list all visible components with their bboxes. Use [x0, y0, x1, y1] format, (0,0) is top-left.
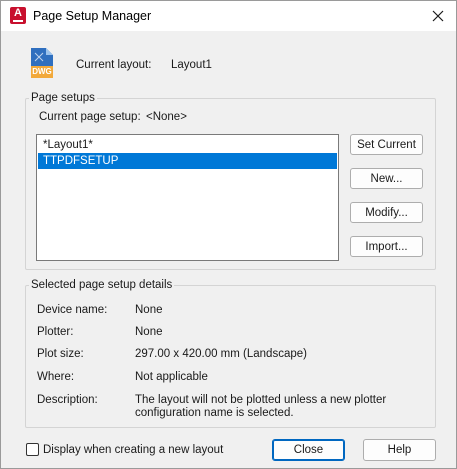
current-layout-label: Current layout:: [76, 59, 152, 71]
description-value-line2: configuration name is selected.: [135, 407, 294, 419]
dialog-title: Page Setup Manager: [33, 9, 152, 23]
page-setup-manager-dialog: A Page Setup Manager DWG Current layout:…: [0, 0, 457, 469]
plotter-label: Plotter:: [37, 326, 74, 338]
page-setups-legend: Page setups: [31, 92, 95, 104]
plot-size-value: 297.00 x 420.00 mm (Landscape): [135, 348, 307, 360]
where-label: Where:: [37, 371, 75, 383]
list-item-label: TTPDFSETUP: [43, 155, 119, 167]
current-layout-value: Layout1: [171, 59, 212, 71]
autocad-app-icon: A: [10, 7, 26, 24]
close-icon[interactable]: [428, 6, 448, 26]
current-page-setup-label: Current page setup:: [39, 111, 141, 123]
plotter-value: None: [135, 326, 163, 338]
set-current-button[interactable]: Set Current: [350, 134, 423, 155]
list-item-layout1[interactable]: *Layout1*: [37, 137, 338, 153]
device-name-label: Device name:: [37, 304, 108, 316]
plot-size-label: Plot size:: [37, 348, 84, 360]
display-new-layout-checkbox[interactable]: [26, 443, 39, 456]
modify-button[interactable]: Modify...: [350, 202, 423, 223]
dwg-file-icon: DWG: [29, 47, 55, 79]
dwg-icon-text: DWG: [32, 67, 52, 76]
description-value-line1: The layout will not be plotted unless a …: [135, 394, 387, 406]
device-name-value: None: [135, 304, 163, 316]
list-item-ttpdfsetup[interactable]: TTPDFSETUP: [38, 153, 337, 169]
close-button[interactable]: Close: [272, 439, 345, 461]
where-value: Not applicable: [135, 371, 208, 383]
current-page-setup-value: <None>: [146, 111, 187, 123]
details-legend: Selected page setup details: [31, 279, 173, 291]
import-button[interactable]: Import...: [350, 236, 423, 257]
display-new-layout-label[interactable]: Display when creating a new layout: [43, 444, 223, 456]
new-button[interactable]: New...: [350, 168, 423, 189]
list-item-label: *Layout1*: [43, 139, 93, 151]
title-bar: A Page Setup Manager: [1, 1, 456, 31]
page-setups-list[interactable]: *Layout1* TTPDFSETUP: [36, 134, 339, 261]
app-icon-letter: A: [14, 7, 22, 19]
description-label: Description:: [37, 394, 98, 406]
help-button[interactable]: Help: [363, 439, 436, 461]
